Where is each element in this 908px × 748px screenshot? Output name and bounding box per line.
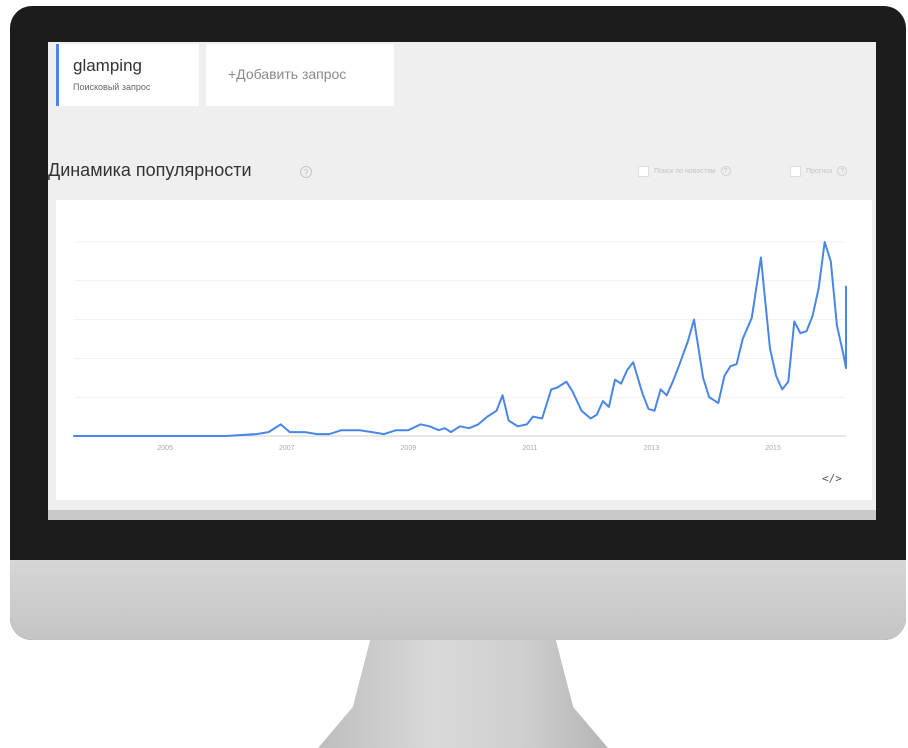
add-query-button[interactable]: +Добавить запрос xyxy=(206,44,394,106)
add-query-label: +Добавить запрос xyxy=(228,66,347,82)
help-icon[interactable]: ? xyxy=(720,166,731,176)
forecast-label: Прогноз xyxy=(806,167,833,175)
embed-code-icon[interactable]: </> xyxy=(822,472,842,485)
forecast-checkbox[interactable] xyxy=(790,165,801,177)
news-search-option[interactable]: Поиск по новостям ? xyxy=(638,164,731,178)
x-tick-label: 2009 xyxy=(401,445,417,452)
x-tick-label: 2015 xyxy=(765,445,781,452)
x-axis-ticks: 2005 2007 2009 2011 2013 2015 xyxy=(157,445,781,452)
page-title: Динамика популярности xyxy=(48,160,252,180)
popularity-chart: 2005 2007 2009 2011 2013 2015 xyxy=(73,241,847,452)
help-icon[interactable]: ? xyxy=(837,166,848,176)
forecast-option[interactable]: Прогноз ? xyxy=(790,164,848,178)
search-term-subtitle: Поисковый запрос xyxy=(73,82,151,92)
chart-panel: 2005 2007 2009 2011 2013 2015 </> xyxy=(56,200,872,500)
monitor-stand xyxy=(318,640,608,748)
search-term-card[interactable]: glamping Поисковый запрос xyxy=(56,44,199,106)
x-tick-label: 2007 xyxy=(279,445,295,452)
x-tick-label: 2011 xyxy=(522,445,537,452)
news-search-checkbox[interactable] xyxy=(638,165,649,177)
search-term-label: glamping xyxy=(73,56,142,75)
screen: glamping Поисковый запрос +Добавить запр… xyxy=(48,42,876,520)
monitor-chin xyxy=(10,560,906,640)
help-icon[interactable]: ? xyxy=(300,166,312,178)
x-tick-label: 2013 xyxy=(644,445,660,452)
chart-grid xyxy=(74,241,846,437)
news-search-label: Поиск по новостям xyxy=(654,167,716,175)
x-tick-label: 2005 xyxy=(157,445,173,452)
series-line xyxy=(73,241,847,437)
